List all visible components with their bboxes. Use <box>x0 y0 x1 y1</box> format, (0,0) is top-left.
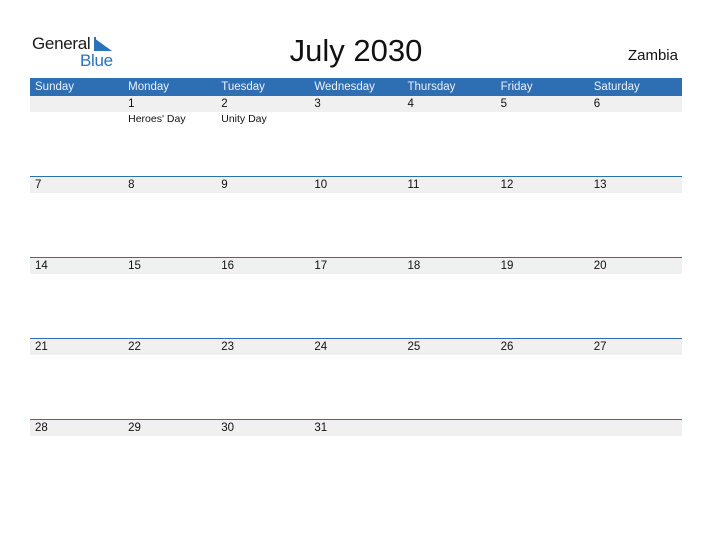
day-cell: 23 <box>216 339 309 419</box>
week-cells: 7 8 9 10 11 12 13 <box>30 177 682 257</box>
day-cell: 16 <box>216 258 309 338</box>
day-cell <box>496 420 589 500</box>
day-number: 7 <box>35 179 42 191</box>
day-number: 28 <box>35 422 48 434</box>
day-number: 6 <box>593 98 601 110</box>
day-number: 30 <box>221 422 235 434</box>
day-cell: 17 <box>309 258 402 338</box>
day-number <box>594 420 682 436</box>
day-number <box>35 96 123 112</box>
day-cell: 27 <box>589 339 682 419</box>
calendar-title: July 2030 <box>289 33 423 68</box>
day-number: 17 <box>314 260 328 272</box>
day-number: 27 <box>593 341 607 353</box>
day-cell: 20 <box>589 258 682 338</box>
day-cell: 10 <box>309 177 402 257</box>
week-row: 14 15 16 17 18 19 20 <box>30 257 682 339</box>
day-cell: 1 Heroes' Day <box>123 96 216 176</box>
day-number: 29 <box>128 422 141 434</box>
weekday-tuesday: Tuesday <box>221 81 265 93</box>
day-cell <box>30 96 123 176</box>
day-number: 16 <box>221 260 235 272</box>
day-number: 1 <box>128 98 135 110</box>
day-cell: 13 <box>589 177 682 257</box>
week-cells: 21 22 23 24 25 26 27 <box>30 339 682 419</box>
week-row: 21 22 23 24 25 26 27 <box>30 338 682 420</box>
day-number: 12 <box>500 179 514 191</box>
week-cells: 14 15 16 17 18 19 20 <box>30 258 682 338</box>
day-number: 31 <box>314 422 328 434</box>
day-cell: 28 <box>30 420 123 500</box>
day-number: 24 <box>314 341 328 353</box>
weekday-thursday: Thursday <box>407 81 456 93</box>
week-cells: 28 29 30 31 <box>30 420 682 500</box>
day-cell: 15 <box>123 258 216 338</box>
week-cells: 1 Heroes' Day 2 Unity Day 3 4 5 6 <box>30 96 682 176</box>
day-cell: 9 <box>216 177 309 257</box>
day-number: 18 <box>407 260 421 272</box>
day-cell: 2 Unity Day <box>216 96 309 176</box>
weekday-sunday: Sunday <box>35 81 75 93</box>
day-cell: 4 <box>403 96 496 176</box>
day-cell: 12 <box>496 177 589 257</box>
day-number <box>408 420 496 436</box>
week-row: 7 8 9 10 11 12 13 <box>30 176 682 258</box>
day-number: 25 <box>407 341 421 353</box>
holiday-label: Heroes' Day <box>128 113 186 125</box>
day-cell <box>589 420 682 500</box>
day-cell: 25 <box>403 339 496 419</box>
day-number: 14 <box>35 260 48 272</box>
country-label: Zambia <box>627 47 678 64</box>
weekday-monday: Monday <box>128 81 170 93</box>
day-cell <box>403 420 496 500</box>
day-cell: 8 <box>123 177 216 257</box>
day-cell: 30 <box>216 420 309 500</box>
day-cell: 5 <box>496 96 589 176</box>
day-number: 4 <box>407 98 414 110</box>
weekday-friday: Friday <box>500 81 533 93</box>
week-row: 28 29 30 31 <box>30 419 682 501</box>
weekday-header: Sunday Monday Tuesday Wednesday Thursday… <box>30 78 682 96</box>
day-cell: 24 <box>309 339 402 419</box>
day-number: 22 <box>128 341 141 353</box>
day-number: 20 <box>593 260 607 272</box>
day-cell: 22 <box>123 339 216 419</box>
day-cell: 21 <box>30 339 123 419</box>
day-cell: 26 <box>496 339 589 419</box>
day-number: 5 <box>500 98 508 110</box>
day-number: 23 <box>221 341 235 353</box>
day-cell: 3 <box>309 96 402 176</box>
day-cell: 14 <box>30 258 123 338</box>
day-cell: 6 <box>589 96 682 176</box>
day-number <box>501 420 589 436</box>
day-cell: 18 <box>403 258 496 338</box>
week-row: 1 Heroes' Day 2 Unity Day 3 4 5 6 <box>30 96 682 177</box>
day-number: 2 <box>221 98 228 110</box>
day-number: 26 <box>500 341 514 353</box>
day-number: 9 <box>221 179 228 191</box>
day-number: 8 <box>128 179 135 191</box>
holiday-label: Unity Day <box>221 113 267 125</box>
day-cell: 7 <box>30 177 123 257</box>
day-cell: 19 <box>496 258 589 338</box>
day-number: 21 <box>35 341 48 353</box>
day-cell: 29 <box>123 420 216 500</box>
day-number: 10 <box>314 179 328 191</box>
weekday-saturday: Saturday <box>593 81 640 93</box>
day-number: 15 <box>128 260 141 272</box>
day-cell: 31 <box>309 420 402 500</box>
day-number: 19 <box>500 260 514 272</box>
day-number: 13 <box>593 179 607 191</box>
weekday-wednesday: Wednesday <box>314 81 375 93</box>
day-number: 11 <box>407 179 420 191</box>
day-number: 3 <box>314 98 321 110</box>
day-cell: 11 <box>403 177 496 257</box>
